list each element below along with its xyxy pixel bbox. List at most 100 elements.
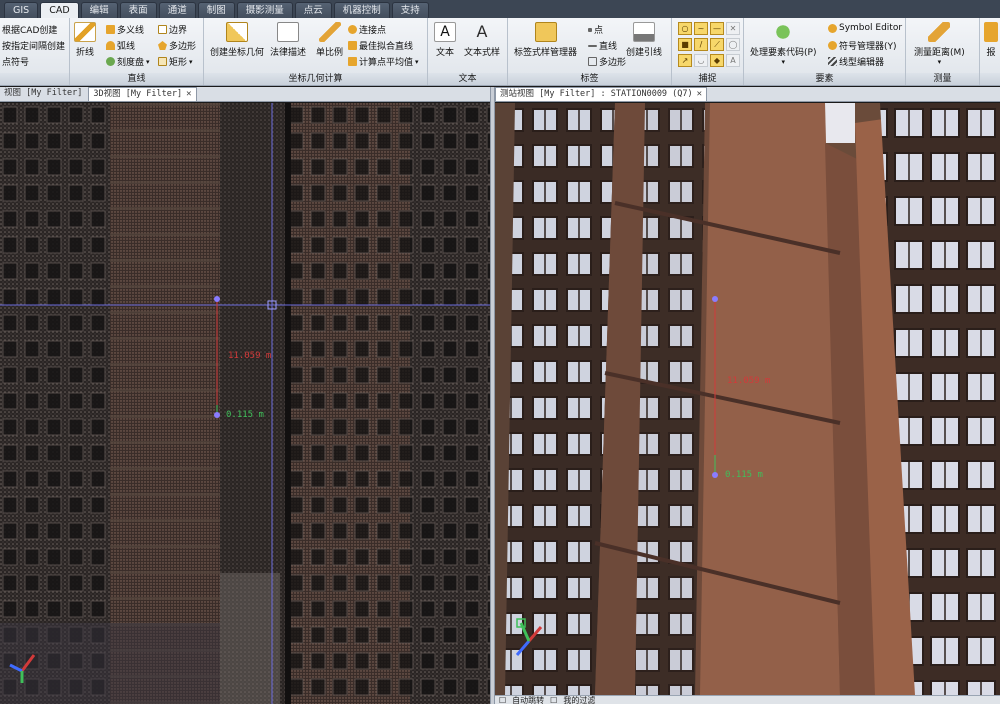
tab-drafting[interactable]: 制图: [197, 2, 235, 18]
cogo-icon: [226, 22, 248, 42]
tab-point-cloud[interactable]: 点云: [294, 2, 332, 18]
my-filter-checkbox[interactable]: ☐: [550, 696, 557, 704]
text-style-button[interactable]: A 文本式样: [464, 22, 500, 58]
tab-corridor[interactable]: 通道: [158, 2, 196, 18]
scale-button[interactable]: 单比例: [316, 22, 343, 58]
text-style-icon: A: [476, 22, 488, 41]
connect-points-button[interactable]: 连接点: [348, 23, 386, 36]
tab-plan-view-label: 视图 [My Filter]: [4, 88, 83, 98]
tab-edit[interactable]: 编辑: [80, 2, 118, 18]
close-icon[interactable]: ✕: [186, 88, 191, 101]
chevron-down-icon: ▾: [781, 58, 785, 66]
multiline-button[interactable]: 多义线: [106, 23, 144, 36]
arc-button[interactable]: 弧线: [106, 39, 135, 52]
connect-points-label: 连接点: [359, 26, 387, 36]
create-from-cad-label: 根据CAD创建: [2, 26, 58, 36]
point-symbol-button[interactable]: 点符号: [2, 55, 29, 68]
average-points-button[interactable]: 计算点平均值 ▾: [348, 55, 419, 68]
tab-support[interactable]: 支持: [391, 2, 429, 18]
polygon-button[interactable]: 多边形: [158, 39, 196, 52]
label-style-manager-button[interactable]: 标签式样管理器: [514, 22, 577, 58]
point-symbol-label: 点符号: [2, 58, 30, 68]
group-label-cogo: 坐标几何计算: [204, 73, 427, 85]
create-by-interval-button[interactable]: 按指定间隔创建: [2, 39, 65, 52]
snap-quadrant-icon[interactable]: ◆: [710, 54, 724, 67]
group-label-features: 要素: [744, 73, 905, 85]
ribbon-group-report: 报: [980, 18, 1000, 85]
arc-icon: [106, 41, 115, 50]
label-line-button[interactable]: 直线: [588, 39, 617, 52]
chevron-down-icon: ▾: [189, 57, 193, 66]
dial-label: 刻度盘: [117, 58, 145, 68]
create-from-cad-button[interactable]: 根据CAD创建: [2, 23, 57, 36]
close-icon[interactable]: ✕: [697, 88, 702, 101]
linetype-editor-button[interactable]: 线型编辑器: [828, 55, 884, 68]
left-view-tab-bar: 视图 [My Filter] 3D视图 [My Filter] ✕: [0, 87, 490, 102]
tab-plan-view[interactable]: 视图 [My Filter]: [0, 87, 87, 101]
document-pencil-icon: [277, 22, 299, 42]
symbol-manager-button[interactable]: 符号管理器(Y): [828, 39, 897, 52]
best-fit-line-button[interactable]: 最佳拟合直线: [348, 39, 413, 52]
pencil-icon: [318, 22, 341, 42]
rectangle-button[interactable]: 矩形 ▾: [158, 55, 193, 68]
snap-intersect-icon[interactable]: ⟋: [710, 38, 724, 51]
snap-perpendicular-icon[interactable]: ↗: [678, 54, 692, 67]
ribbon: 根据CAD创建 按指定间隔创建 点符号 折线 多义线 弧线 刻度盘 ▾ 边界 多边…: [0, 18, 1000, 86]
report-button[interactable]: 报: [984, 22, 998, 58]
tab-cad[interactable]: CAD: [40, 2, 79, 18]
point-cloud-render: [0, 103, 490, 704]
snap-curve-icon[interactable]: ◡: [694, 54, 708, 67]
tab-surface[interactable]: 表面: [119, 2, 157, 18]
average-points-icon: [348, 57, 357, 66]
measure-distance-button[interactable]: 测量距离(M) ▾: [914, 22, 965, 66]
create-leader-label: 创建引线: [626, 48, 663, 58]
multiline-label: 多义线: [117, 26, 145, 36]
tab-machine-control[interactable]: 机器控制: [333, 2, 390, 18]
snap-tangent-icon[interactable]: ~: [694, 22, 708, 35]
tab-gis[interactable]: GIS: [4, 2, 39, 18]
snap-line-icon[interactable]: —: [710, 22, 724, 35]
label-polygon-button[interactable]: 多边形: [588, 55, 626, 68]
feature-code-icon: [772, 22, 795, 42]
3d-point-cloud-view[interactable]: 11.059 m 0.115 m: [0, 103, 490, 704]
ribbon-group-cogo: 创建坐标几何 法律描述 单比例 连接点 最佳拟合直线 计算点平均值 ▾ 坐标几何计…: [204, 18, 428, 85]
dial-icon: [106, 57, 115, 66]
best-fit-icon: [348, 41, 357, 50]
rectangle-label: 矩形: [169, 58, 188, 68]
app-window: GIS CAD 编辑 表面 通道 制图 摄影测量 点云 机器控制 支持 根据CA…: [0, 0, 1000, 704]
snap-slope-icon[interactable]: /: [694, 38, 708, 51]
snap-off-icon[interactable]: ✕: [726, 22, 740, 35]
label-point-button[interactable]: 点: [588, 23, 603, 36]
view-status-bar: ☐ 自动跳转 ☐ 我的过滤: [495, 695, 1000, 704]
connect-points-icon: [348, 25, 357, 34]
label-style-icon: [534, 22, 557, 42]
my-filter-label: 我的过滤: [563, 695, 596, 704]
best-fit-line-label: 最佳拟合直线: [359, 42, 414, 52]
group-label-snap: 捕捉: [672, 73, 743, 85]
station-photo-render: [495, 103, 1000, 695]
boundary-button[interactable]: 边界: [158, 23, 187, 36]
create-cogo-button[interactable]: 创建坐标几何: [210, 22, 264, 58]
snap-center-icon[interactable]: ○: [678, 22, 692, 35]
tab-photogrammetry[interactable]: 摄影测量: [236, 2, 293, 18]
process-feature-codes-label: 处理要素代码(P): [750, 48, 817, 58]
snap-text-icon[interactable]: A: [726, 54, 740, 67]
tab-station-view-label: 测站视图 [My Filter] : STATION0009 (Q7): [500, 89, 693, 99]
tab-3d-view[interactable]: 3D视图 [My Filter] ✕: [88, 87, 197, 101]
symbol-editor-button[interactable]: Symbol Editor: [828, 23, 902, 33]
dial-button[interactable]: 刻度盘 ▾: [106, 55, 150, 68]
text-button[interactable]: A 文本: [434, 22, 456, 58]
snap-circle-icon[interactable]: ◯: [726, 38, 740, 51]
average-points-label: 计算点平均值: [359, 58, 414, 68]
station-photo-view[interactable]: 11.059 m 0.115 m: [495, 103, 1000, 695]
process-feature-codes-button[interactable]: 处理要素代码(P) ▾: [750, 22, 816, 66]
snap-endpoint-icon[interactable]: ■: [678, 38, 692, 51]
tab-station-view[interactable]: 测站视图 [My Filter] : STATION0009 (Q7) ✕: [495, 87, 708, 101]
arc-label: 弧线: [117, 42, 136, 52]
create-leader-button[interactable]: 创建引线: [626, 22, 662, 58]
legal-description-button[interactable]: 法律描述: [270, 22, 306, 58]
auto-jump-checkbox[interactable]: ☐: [499, 696, 506, 704]
menu-tab-bar: GIS CAD 编辑 表面 通道 制图 摄影测量 点云 机器控制 支持: [0, 0, 1000, 18]
scale-label: 单比例: [316, 48, 344, 58]
polyline-button[interactable]: 折线: [74, 22, 96, 58]
